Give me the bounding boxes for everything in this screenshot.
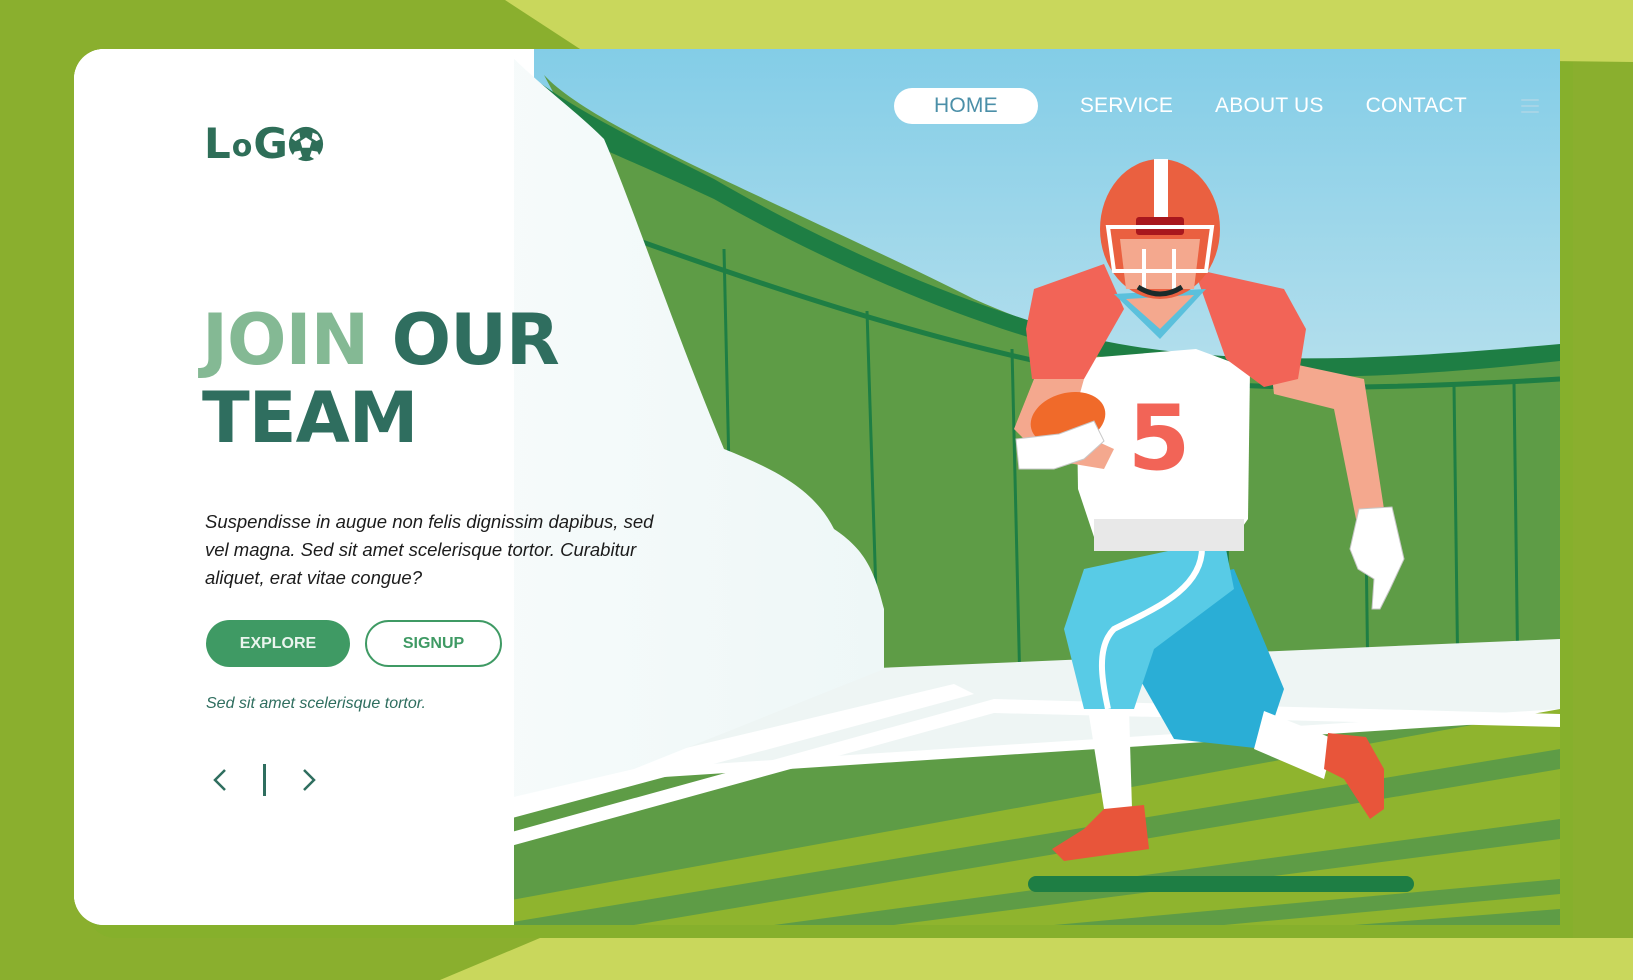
hero-caption: Sed sit amet scelerisque tortor. xyxy=(206,695,426,712)
chevron-right-icon xyxy=(303,769,316,791)
hero-title-our: OUR xyxy=(391,299,560,381)
signup-button[interactable]: SIGNUP xyxy=(365,620,502,667)
soccer-ball-icon xyxy=(288,126,323,162)
nav-contact[interactable]: CONTACT xyxy=(1366,88,1467,124)
logo-letter-o: o xyxy=(231,129,253,164)
player-belt xyxy=(1094,519,1244,551)
explore-button[interactable]: EXPLORE xyxy=(206,620,350,667)
hamburger-icon[interactable] xyxy=(1520,99,1539,113)
helmet-stripe xyxy=(1154,159,1168,219)
hero-title-team: TEAM xyxy=(202,377,418,459)
logo[interactable]: L o G xyxy=(204,123,325,165)
jersey-number: 5 xyxy=(1128,386,1191,491)
chevron-left-icon xyxy=(213,769,226,791)
hero-description: Suspendisse in augue non felis dignissim… xyxy=(205,510,654,588)
landing-card: 5 L o G HOME SERVICE ABOUT US CONTACT JO… xyxy=(74,49,1560,925)
hero-title-join: JOIN xyxy=(202,299,369,381)
player-face xyxy=(1120,239,1200,289)
nav-home[interactable]: HOME xyxy=(894,88,1038,124)
nav-service[interactable]: SERVICE xyxy=(1080,88,1173,124)
nav-about-us[interactable]: ABOUT US xyxy=(1215,88,1324,124)
slide-pager xyxy=(208,763,321,797)
logo-letter-l: L xyxy=(204,119,231,168)
next-slide-button[interactable] xyxy=(297,763,321,797)
hero-title: JOIN OUR TEAM xyxy=(202,299,560,459)
prev-slide-button[interactable] xyxy=(208,763,232,797)
main-nav: HOME SERVICE ABOUT US CONTACT xyxy=(894,88,1539,124)
player-shadow xyxy=(1028,876,1414,892)
pager-divider xyxy=(263,764,266,796)
logo-letter-g: G xyxy=(253,119,287,168)
